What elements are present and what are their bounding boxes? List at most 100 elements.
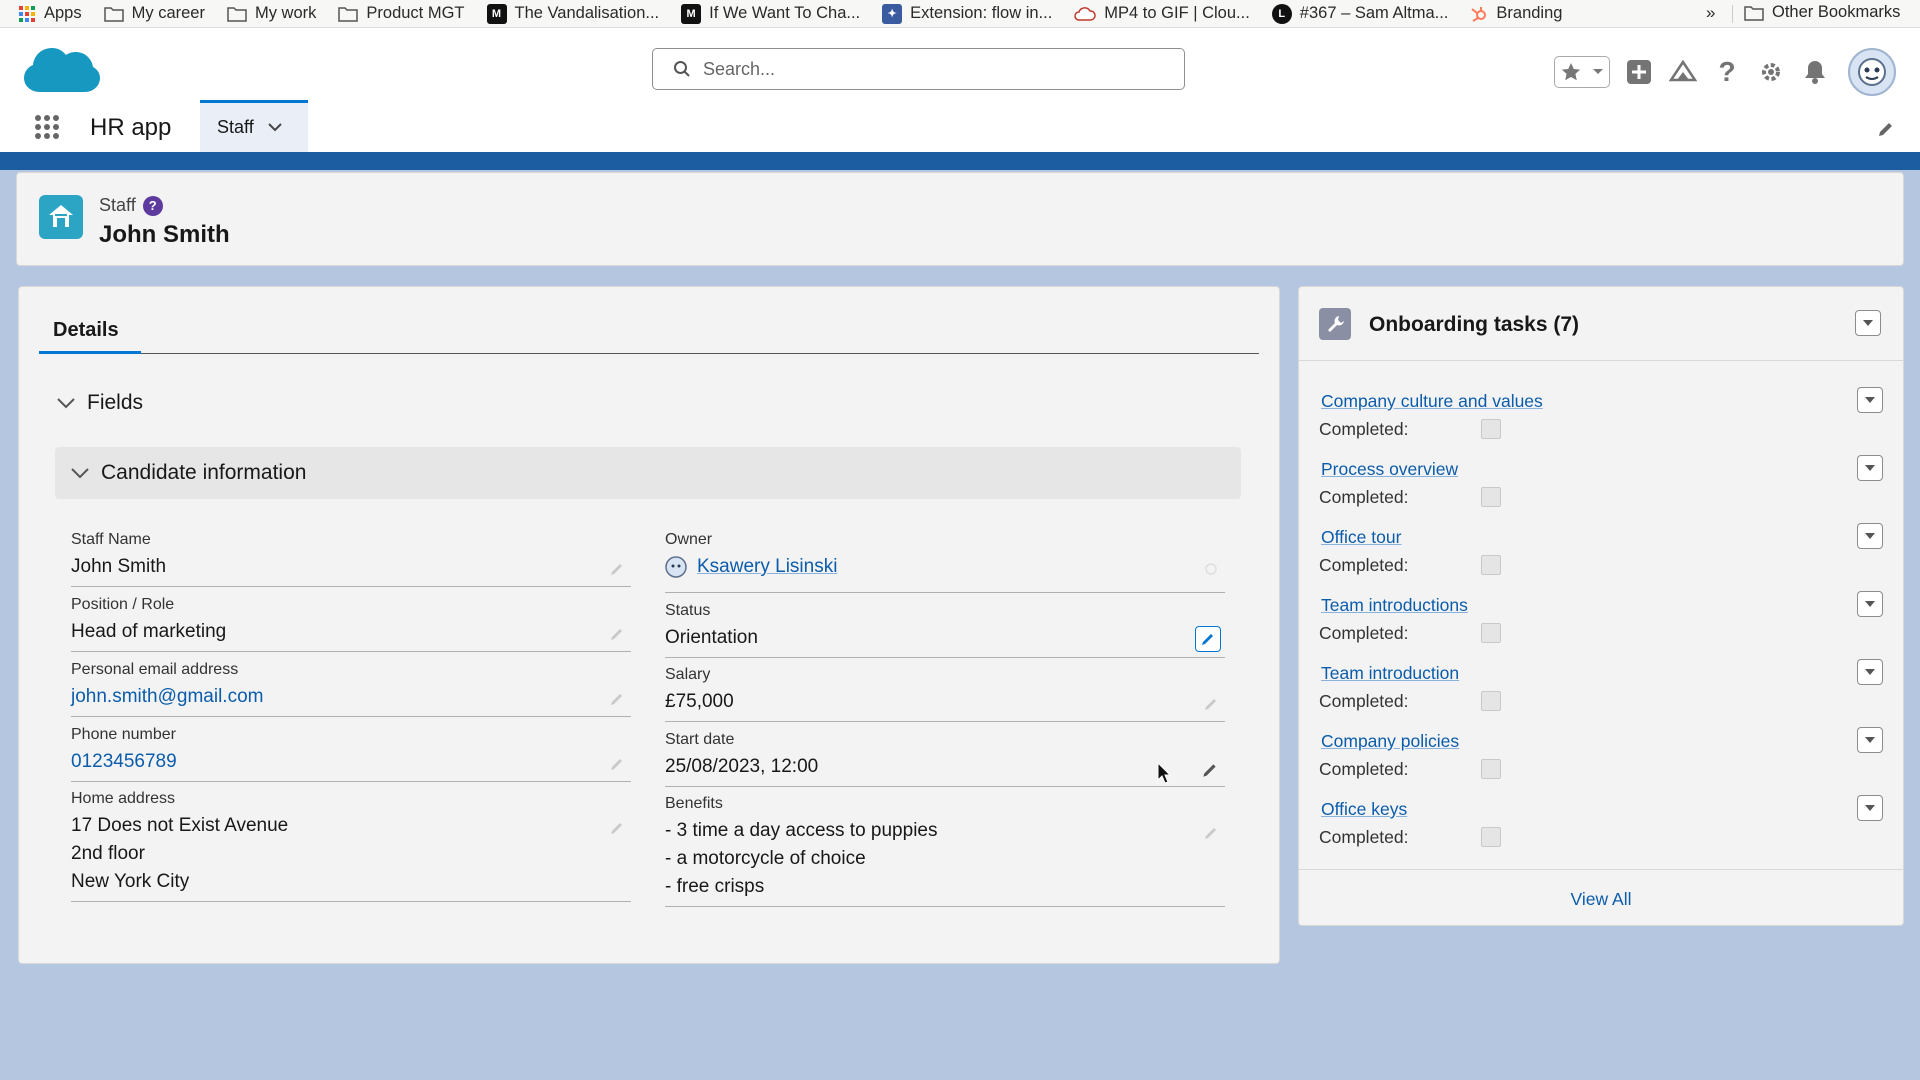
completed-checkbox[interactable] <box>1481 555 1501 575</box>
user-avatar[interactable] <box>1848 48 1896 96</box>
global-header: Search... ? HR app Staff <box>0 28 1920 152</box>
waffle-icon <box>34 114 60 140</box>
address-line-2: 2nd floor <box>71 843 145 864</box>
pencil-icon[interactable] <box>609 691 625 707</box>
chevron-down-icon <box>1864 668 1876 676</box>
apps-grid-icon <box>18 5 36 23</box>
pencil-icon[interactable] <box>1201 761 1219 779</box>
setup-button[interactable] <box>1756 56 1786 88</box>
edit-status-button[interactable] <box>1195 626 1221 652</box>
task-link[interactable]: Team introductions <box>1321 595 1468 616</box>
task-item: Team introductions Completed: <box>1319 591 1883 663</box>
medium-icon: M <box>486 3 507 24</box>
benefit-line-1: - 3 time a day access to puppies <box>665 820 938 841</box>
fields-section-toggle[interactable]: Fields <box>57 391 143 415</box>
pencil-icon[interactable] <box>609 756 625 772</box>
task-item: Process overview Completed: <box>1319 455 1883 527</box>
object-name: Staff <box>99 195 136 215</box>
tab-staff[interactable]: Staff <box>200 100 308 152</box>
bookmark-if-we-want[interactable]: M If We Want To Cha... <box>681 3 860 24</box>
change-owner-icon[interactable] <box>1203 561 1219 577</box>
help-button[interactable]: ? <box>1712 56 1742 88</box>
field-phone-number: Phone number 0123456789 <box>71 726 631 782</box>
tasks-menu-button[interactable] <box>1855 310 1881 336</box>
owner-link[interactable]: Ksawery Lisinski <box>697 553 837 581</box>
bookmark-apps[interactable]: Apps <box>18 4 82 23</box>
bookmark-product-mgt[interactable]: Product MGT <box>338 4 465 23</box>
onboarding-tasks-panel: Onboarding tasks (7) Company culture and… <box>1298 286 1904 926</box>
app-navigation: HR app Staff <box>0 100 1920 152</box>
task-link[interactable]: Process overview <box>1321 459 1458 480</box>
bell-icon <box>1803 59 1827 85</box>
add-icon <box>1626 59 1652 85</box>
field-label: Status <box>665 602 711 619</box>
task-link[interactable]: Company culture and values <box>1321 391 1543 412</box>
bookmark-mp4-to-gif[interactable]: MP4 to GIF | Clou... <box>1074 4 1250 23</box>
bookmark-my-career[interactable]: My career <box>103 4 205 23</box>
bookmark-sam-altman[interactable]: L #367 – Sam Altma... <box>1271 3 1448 24</box>
more-bookmarks-button[interactable]: » <box>1706 3 1715 23</box>
completed-checkbox[interactable] <box>1481 623 1501 643</box>
task-menu-button[interactable] <box>1857 795 1883 821</box>
task-menu-button[interactable] <box>1857 591 1883 617</box>
tasks-title: Onboarding tasks (7) <box>1369 313 1580 336</box>
search-placeholder: Search... <box>703 58 776 79</box>
pencil-icon[interactable] <box>1203 696 1219 712</box>
global-search-input[interactable]: Search... <box>652 48 1185 90</box>
tasks-footer-divider <box>1299 869 1903 870</box>
field-position-role: Position / Role Head of marketing <box>71 596 631 652</box>
completed-checkbox[interactable] <box>1481 487 1501 507</box>
record-header: Staff ? John Smith <box>16 172 1904 266</box>
pencil-icon[interactable] <box>1203 825 1219 841</box>
task-link[interactable]: Company policies <box>1321 731 1459 752</box>
bookmark-branding[interactable]: Branding <box>1470 4 1562 23</box>
task-link[interactable]: Office tour <box>1321 527 1401 548</box>
pencil-icon[interactable] <box>609 820 625 836</box>
section-title: Fields <box>87 391 144 414</box>
completed-checkbox[interactable] <box>1481 827 1501 847</box>
header-accent-bar <box>0 152 1920 170</box>
pencil-icon[interactable] <box>609 561 625 577</box>
completed-label: Completed: <box>1319 487 1409 507</box>
bookmark-label: Product MGT <box>366 4 465 22</box>
task-link[interactable]: Office keys <box>1321 799 1407 820</box>
phone-link[interactable]: 0123456789 <box>71 748 631 776</box>
chevron-down-icon[interactable] <box>267 123 282 132</box>
completed-checkbox[interactable] <box>1481 419 1501 439</box>
app-name: HR app <box>90 114 172 141</box>
section-title: Candidate information <box>101 461 307 484</box>
bookmarks-bar: Apps My career My work Product MGT M The… <box>0 0 1920 28</box>
trailhead-button[interactable] <box>1668 56 1698 88</box>
task-menu-button[interactable] <box>1857 455 1883 481</box>
favorites-button[interactable] <box>1554 56 1610 88</box>
medium-icon: M <box>681 3 702 24</box>
completed-checkbox[interactable] <box>1481 759 1501 779</box>
chevron-down-icon <box>71 467 89 479</box>
trailhead-icon <box>1669 60 1697 84</box>
task-menu-button[interactable] <box>1857 523 1883 549</box>
app-launcher-button[interactable] <box>34 114 60 140</box>
help-icon[interactable]: ? <box>142 195 163 216</box>
task-menu-button[interactable] <box>1857 387 1883 413</box>
other-bookmarks-label: Other Bookmarks <box>1772 3 1901 21</box>
edit-nav-button[interactable] <box>1877 120 1895 138</box>
notifications-button[interactable] <box>1800 56 1830 88</box>
bookmark-label: MP4 to GIF | Clou... <box>1104 4 1250 22</box>
task-menu-button[interactable] <box>1857 727 1883 753</box>
task-menu-button[interactable] <box>1857 659 1883 685</box>
details-panel: Details Fields Candidate information Sta… <box>18 286 1280 964</box>
candidate-section-toggle[interactable]: Candidate information <box>55 447 1241 499</box>
completed-checkbox[interactable] <box>1481 691 1501 711</box>
task-link[interactable]: Team introduction <box>1321 663 1459 684</box>
other-bookmarks[interactable]: Other Bookmarks <box>1744 3 1900 22</box>
tab-details[interactable]: Details <box>39 319 141 345</box>
email-link[interactable]: john.smith@gmail.com <box>71 683 631 711</box>
salesforce-logo[interactable] <box>20 42 100 96</box>
pencil-icon[interactable] <box>609 626 625 642</box>
chevron-down-icon[interactable] <box>1592 68 1604 76</box>
bookmark-my-work[interactable]: My work <box>227 4 316 23</box>
global-actions-button[interactable] <box>1624 56 1654 88</box>
bookmark-vandalisation[interactable]: M The Vandalisation... <box>486 3 659 24</box>
view-all-link[interactable]: View All <box>1299 889 1903 910</box>
bookmark-extension-flow[interactable]: ✦ Extension: flow in... <box>882 3 1052 24</box>
